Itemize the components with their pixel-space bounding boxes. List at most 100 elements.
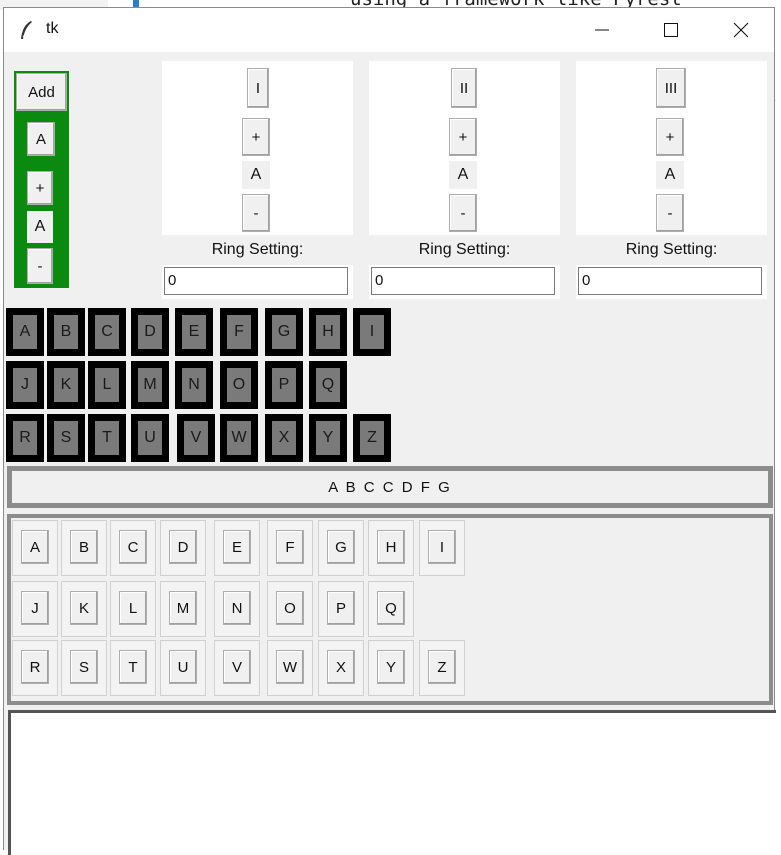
lamp-y: Y [309,414,347,462]
key-i[interactable]: I [419,520,465,576]
lamp-label: G [272,315,296,349]
rotor-3-plus-button[interactable]: + [656,118,684,156]
add-button[interactable]: Add [16,73,67,111]
key-p[interactable]: P [318,581,364,637]
rotor-1-plus-button[interactable]: + [242,118,270,156]
rotor-1-minus-button[interactable]: - [242,194,270,232]
title-bar: tk [4,8,774,52]
key-label: Q [377,591,405,625]
lamp-label: W [227,421,251,455]
lamp-label: S [54,421,78,455]
lamp-x: X [265,414,303,462]
rotor-2-plus-button[interactable]: + [449,118,477,156]
key-label: Y [377,650,405,684]
key-g[interactable]: G [318,520,364,576]
rotor-3-ring-input[interactable]: 0 [578,267,762,295]
key-x[interactable]: X [318,640,364,696]
lamp-w: W [220,414,258,462]
rotor-3-name-button[interactable]: III [656,68,686,108]
rotor-2-ring-input[interactable]: 0 [371,267,555,295]
lamp-label: J [13,368,37,402]
key-w[interactable]: W [267,640,313,696]
key-label: S [70,650,98,684]
lamp-z: Z [353,414,391,462]
keyboard-frame: ABCDEFGHI JKLMNOPQ RSTUVWXYZ [7,514,773,705]
key-t[interactable]: T [110,640,156,696]
plugboard-plus-button[interactable]: + [27,171,53,205]
key-v[interactable]: V [214,640,260,696]
lamp-label: Y [316,421,340,455]
key-l[interactable]: L [110,581,156,637]
key-r[interactable]: R [12,640,58,696]
rotor-1-ring-input[interactable]: 0 [164,267,348,295]
key-z[interactable]: Z [419,640,465,696]
key-q[interactable]: Q [368,581,414,637]
rotor-2-minus-button[interactable]: - [449,194,477,232]
key-e[interactable]: E [214,520,260,576]
key-label: B [70,530,98,564]
lamp-label: H [316,315,340,349]
rotor-1-name-button[interactable]: I [247,68,269,108]
plugboard-minus-button[interactable]: - [27,248,53,284]
key-label: T [119,650,147,684]
lamp-label: N [182,368,206,402]
lamp-b: B [47,308,85,356]
lamp-k: K [47,361,85,409]
key-k[interactable]: K [61,581,107,637]
lamp-label: R [13,421,37,455]
tk-feather-icon [21,21,32,39]
lamp-label: K [54,368,78,402]
lamp-r: R [6,414,44,462]
message-text-area[interactable] [8,710,776,855]
key-b[interactable]: B [61,520,107,576]
key-d[interactable]: D [160,520,206,576]
rotor-1-ring-label: Ring Setting: [162,235,353,265]
close-button[interactable] [710,8,772,52]
key-label: K [70,591,98,625]
key-label: F [276,530,304,564]
key-h[interactable]: H [368,520,414,576]
rotor-3-minus-button[interactable]: - [656,194,684,232]
key-y[interactable]: Y [368,640,414,696]
key-u[interactable]: U [160,640,206,696]
key-c[interactable]: C [110,520,156,576]
plugboard-value: A [27,211,53,243]
lamp-v: V [177,414,215,462]
key-n[interactable]: N [214,581,260,637]
lamp-label: M [138,368,162,402]
rotor-panel-1: I + A - Ring Setting: 0 [162,61,353,299]
maximize-button[interactable] [640,8,702,52]
lamp-s: S [47,414,85,462]
key-label: U [169,650,197,684]
lamp-label: Z [360,421,384,455]
minimize-button[interactable] [571,8,633,52]
lamp-o: O [220,361,258,409]
lamp-label: E [182,315,206,349]
lamp-d: D [131,308,169,356]
lamp-e: E [175,308,213,356]
key-o[interactable]: O [267,581,313,637]
rotor-panel-2: II + A - Ring Setting: 0 [369,61,560,299]
key-s[interactable]: S [61,640,107,696]
key-label: G [327,530,355,564]
key-label: I [428,530,456,564]
key-a[interactable]: A [12,520,58,576]
lamp-label: T [95,421,119,455]
key-m[interactable]: M [160,581,206,637]
lamp-n: N [175,361,213,409]
output-frame: A B C C D F G [7,466,773,508]
key-label: O [276,591,304,625]
lamp-label: A [13,315,37,349]
lamp-label: Q [316,368,340,402]
key-f[interactable]: F [267,520,313,576]
key-label: J [21,591,49,625]
lamp-m: M [131,361,169,409]
lamp-c: C [88,308,126,356]
key-label: D [169,530,197,564]
rotor-2-name-button[interactable]: II [451,68,477,108]
plugboard-letter-button[interactable]: A [27,122,55,156]
lamp-label: P [272,368,296,402]
key-j[interactable]: J [12,581,58,637]
keyboard: ABCDEFGHI JKLMNOPQ RSTUVWXYZ [11,518,769,701]
key-label: H [377,530,405,564]
